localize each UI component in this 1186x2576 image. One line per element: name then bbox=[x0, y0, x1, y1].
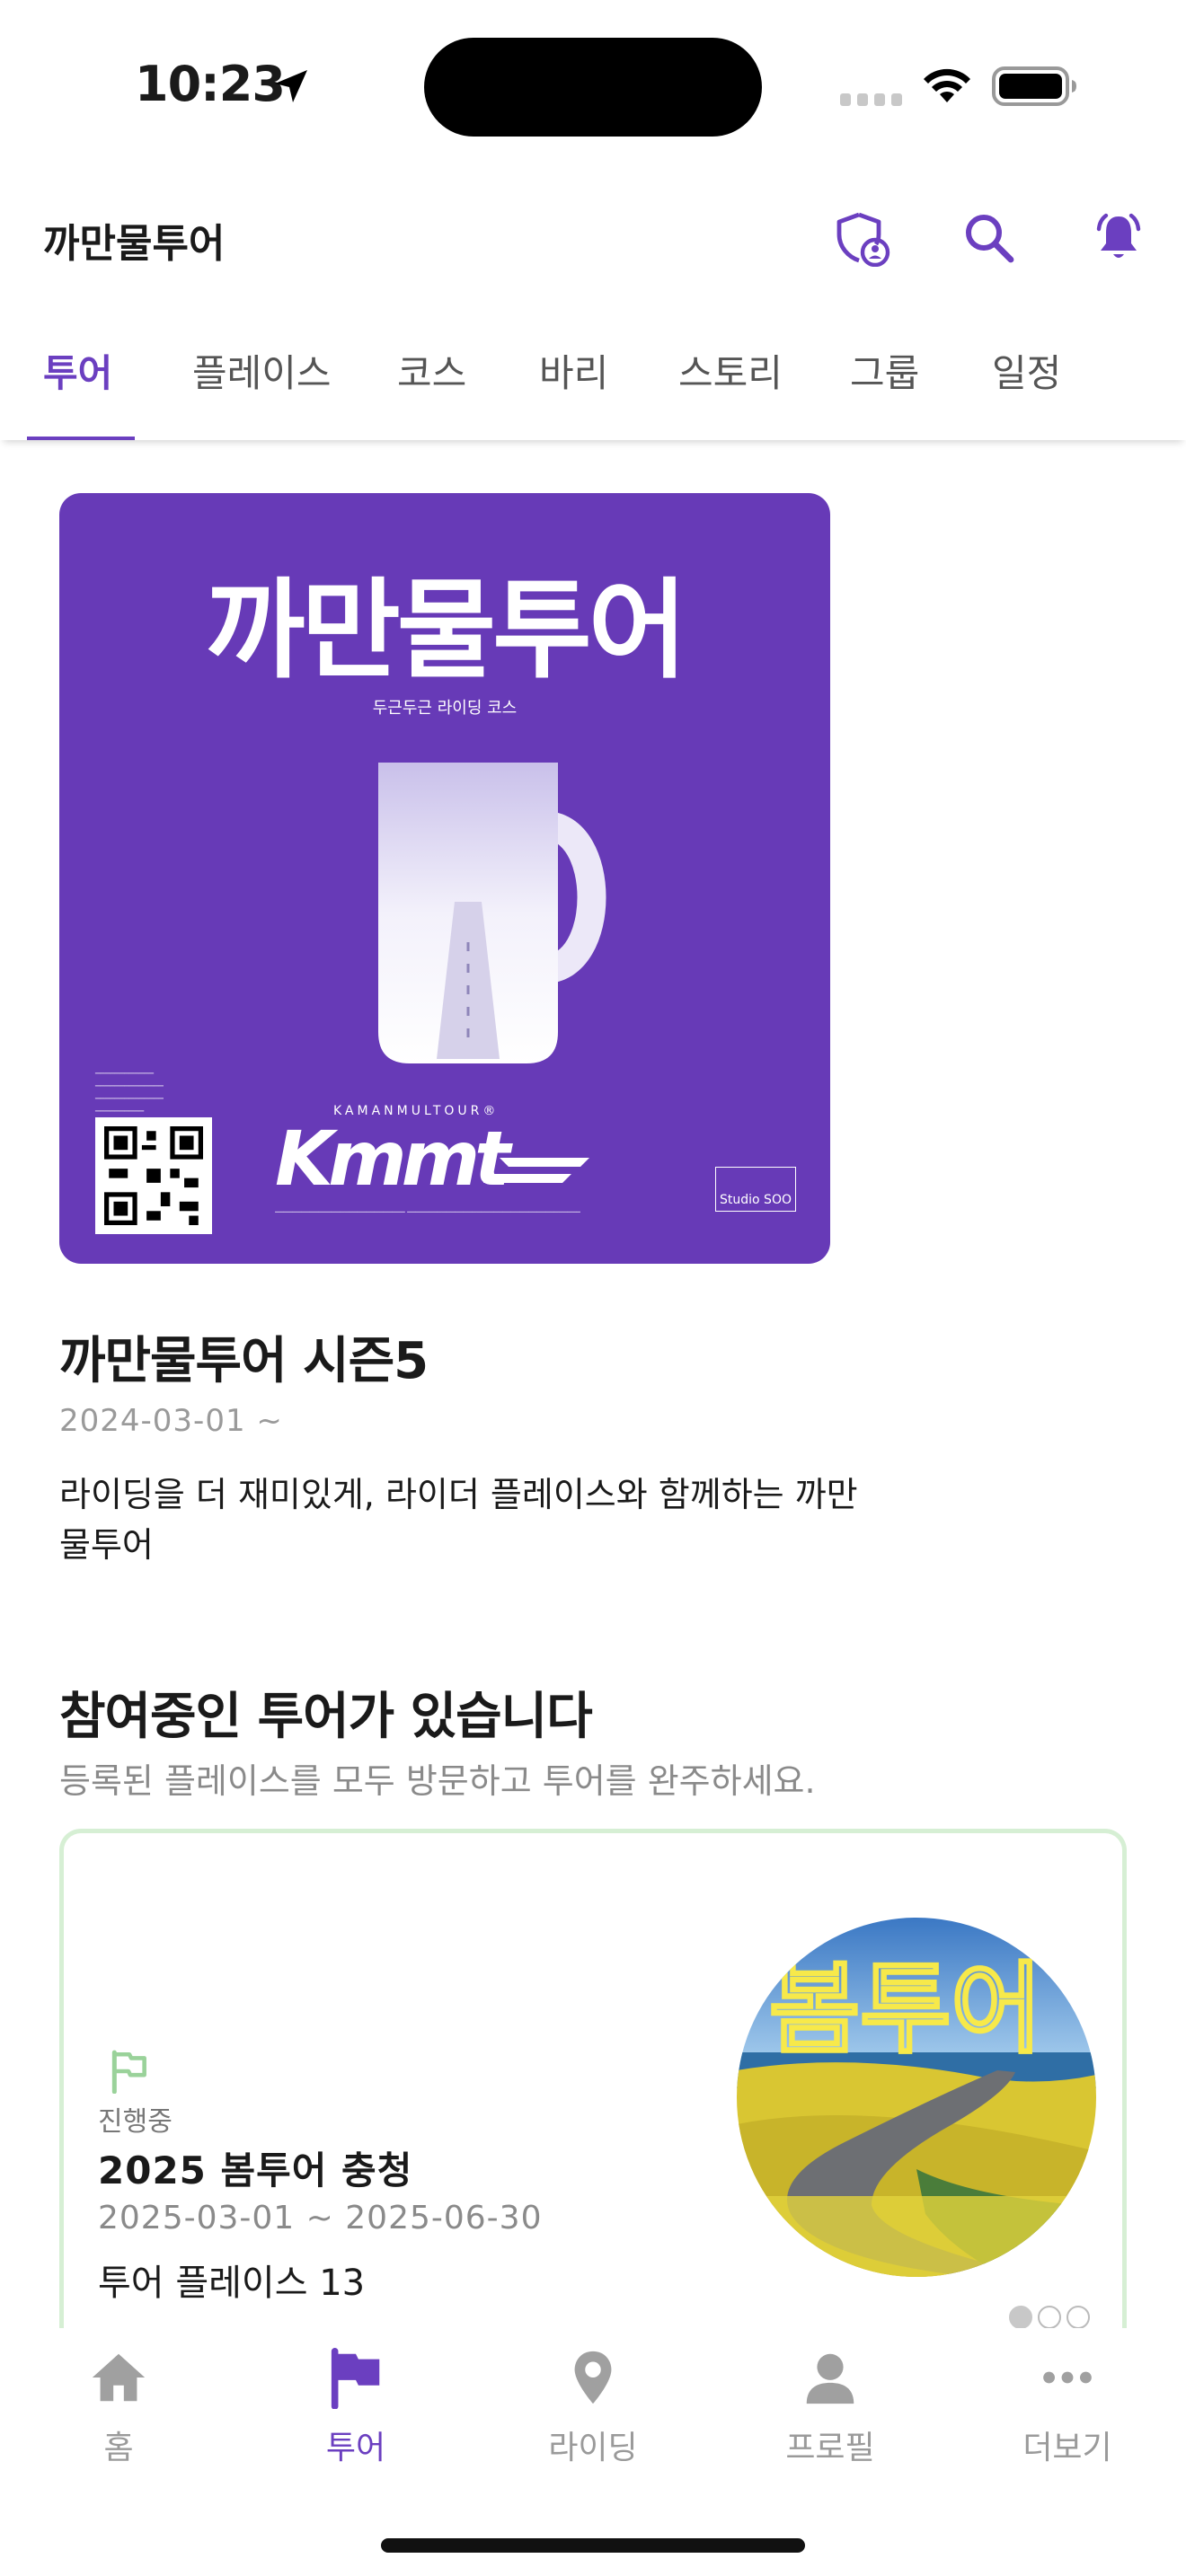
flag-icon bbox=[331, 2348, 380, 2409]
tour-poster-image[interactable]: 까만물투어 두근두근 라이딩 코스 ──────────── ─────────… bbox=[59, 493, 830, 1264]
studio-logo: Studio SOO bbox=[715, 1167, 796, 1212]
nav-home-label: 홈 bbox=[103, 2430, 134, 2466]
poster-title: 까만물투어 bbox=[206, 569, 687, 693]
status-time: 10:23 bbox=[135, 56, 286, 112]
pagination-dot-active[interactable] bbox=[1009, 2306, 1032, 2329]
home-icon bbox=[92, 2353, 146, 2402]
tab-tour[interactable]: 투어 bbox=[43, 343, 112, 398]
poster-subtitle: 두근두근 라이딩 코스 bbox=[372, 699, 518, 718]
featured-tour-date: 2024-03-01 ~ bbox=[59, 1403, 283, 1439]
person-icon bbox=[806, 2353, 854, 2404]
participating-tour-card[interactable]: 진행중 2025 봄투어 충청 2025-03-01 ~ 2025-06-30 … bbox=[59, 1829, 1127, 2332]
pagination-dot[interactable] bbox=[1038, 2306, 1061, 2329]
svg-text:Kmmt: Kmmt bbox=[275, 1115, 513, 1203]
app-title: 까만물투어 bbox=[43, 221, 226, 267]
carousel-pagination bbox=[1009, 2306, 1090, 2329]
nav-riding[interactable]: 라이딩 bbox=[503, 2346, 683, 2468]
participating-section-subtitle: 등록된 플레이스를 모두 방문하고 투어를 완주하세요. bbox=[59, 1761, 816, 1801]
nav-riding-label: 라이딩 bbox=[548, 2430, 638, 2466]
featured-tour-name[interactable]: 까만물투어 시즌5 bbox=[59, 1320, 429, 1393]
battery-icon bbox=[992, 66, 1076, 106]
active-tab-indicator bbox=[27, 437, 135, 440]
home-indicator[interactable] bbox=[381, 2538, 805, 2553]
nav-home[interactable]: 홈 bbox=[29, 2346, 208, 2468]
nav-profile-label: 프로필 bbox=[785, 2430, 875, 2466]
tab-bari[interactable]: 바리 bbox=[539, 343, 608, 398]
status-bar: 10:23 bbox=[0, 0, 1186, 171]
tour-status-label: 진행중 bbox=[98, 2106, 173, 2138]
poster-footer-text: ────────────────────────────── ─────────… bbox=[275, 1208, 580, 1216]
tab-course[interactable]: 코스 bbox=[397, 343, 466, 398]
tab-schedule[interactable]: 일정 bbox=[992, 343, 1061, 398]
poster-fine-print: ──────────── ────────────── ────────────… bbox=[95, 1070, 164, 1116]
nav-profile[interactable]: 프로필 bbox=[740, 2346, 920, 2468]
pagination-dot[interactable] bbox=[1067, 2306, 1090, 2329]
featured-tour-description: 라이딩을 더 재미있게, 라이더 플레이스와 함께하는 까만물투어 bbox=[59, 1475, 858, 1565]
coffee-mug-illustration-icon bbox=[378, 763, 606, 1063]
tab-place[interactable]: 플레이스 bbox=[192, 343, 332, 398]
kmmt-logo-icon: Kmmt bbox=[275, 1115, 589, 1203]
spring-tour-image: 봄투어 bbox=[737, 1918, 1096, 2277]
location-pin-icon bbox=[574, 2351, 612, 2404]
wifi-icon bbox=[924, 68, 970, 102]
tab-group[interactable]: 그룹 bbox=[850, 343, 919, 398]
participating-section-title: 참여중인 투어가 있습니다 bbox=[59, 1688, 593, 1746]
location-arrow-icon bbox=[275, 70, 307, 102]
flag-outline-icon bbox=[111, 2050, 146, 2094]
category-tabs: 투어 플레이스 코스 바리 스토리 그룹 일정 bbox=[0, 323, 1186, 440]
tour-card-places: 투어 플레이스 13 bbox=[98, 2263, 366, 2304]
dynamic-island bbox=[424, 38, 762, 137]
shield-user-icon[interactable] bbox=[831, 207, 894, 269]
nav-more-label: 더보기 bbox=[1022, 2430, 1112, 2466]
nav-more[interactable]: 더보기 bbox=[978, 2346, 1157, 2468]
tour-card-title: 2025 봄투어 충청 bbox=[98, 2148, 413, 2192]
svg-text:봄투어: 봄투어 bbox=[769, 1952, 1042, 2067]
nav-tour[interactable]: 투어 bbox=[266, 2346, 446, 2468]
qr-code-icon bbox=[95, 1117, 212, 1234]
more-icon bbox=[1043, 2371, 1092, 2384]
nav-tour-label: 투어 bbox=[325, 2430, 386, 2466]
tour-card-dates: 2025-03-01 ~ 2025-06-30 bbox=[98, 2200, 543, 2236]
notification-bell-icon[interactable] bbox=[1087, 207, 1150, 269]
search-icon[interactable] bbox=[958, 207, 1021, 269]
cellular-signal-icon bbox=[840, 93, 902, 106]
app-header: 까만물투어 bbox=[0, 171, 1186, 305]
tab-story[interactable]: 스토리 bbox=[678, 343, 783, 398]
